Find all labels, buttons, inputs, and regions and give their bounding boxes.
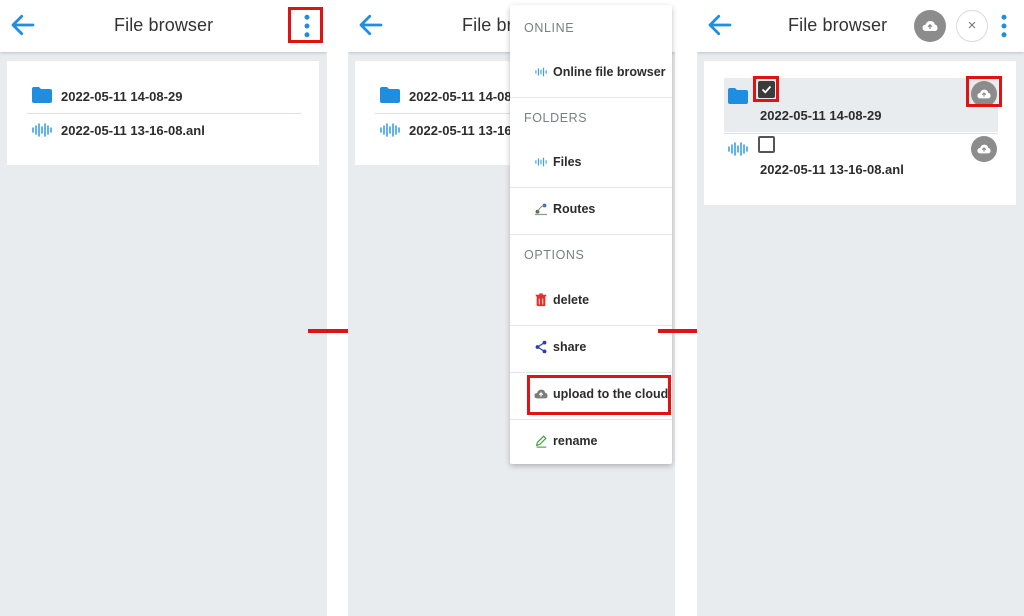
divider (510, 419, 672, 420)
highlight-box (288, 7, 323, 43)
page-title: File browser (114, 15, 214, 35)
menu-section-folders: FOLDERS (524, 111, 588, 125)
file-list: 2022-05-11 14-08-29 2022-05-11 13-16-08.… (704, 61, 1016, 205)
audio-wave-icon (535, 67, 547, 77)
more-options-icon[interactable] (989, 11, 1019, 41)
back-arrow-icon[interactable] (705, 10, 735, 40)
list-item-selected[interactable]: 2022-05-11 14-08-29 (724, 76, 1002, 132)
overflow-menu: ONLINE Online file browser FOLDERS Files… (510, 5, 672, 464)
divider (510, 97, 672, 98)
select-checkbox[interactable] (758, 136, 775, 153)
list-item[interactable]: 2022-05-11 14-08-29 (7, 79, 319, 113)
file-name: 2022-05-11 13-16-08.anl (760, 162, 904, 177)
cloud-upload-icon (977, 144, 991, 154)
divider (510, 372, 672, 373)
back-arrow-icon[interactable] (356, 10, 386, 40)
back-arrow-icon[interactable] (8, 10, 38, 40)
audio-wave-icon (32, 123, 52, 137)
menu-item-label: rename (553, 434, 598, 448)
app-bar: File browser (0, 0, 327, 52)
menu-section-options: OPTIONS (524, 248, 585, 262)
menu-item-routes[interactable]: Routes (510, 192, 672, 228)
trash-icon (535, 293, 547, 307)
app-bar: File browser × (697, 0, 1024, 52)
menu-item-online-file-browser[interactable]: Online file browser (510, 55, 672, 91)
routes-icon (534, 203, 548, 216)
upload-cloud-button[interactable] (971, 136, 997, 162)
highlight-box (527, 375, 671, 415)
screen-step-3: File browser × 2022-05-11 14-08-29 2022-… (697, 0, 1024, 616)
menu-item-label: Routes (553, 202, 596, 216)
close-button[interactable]: × (956, 10, 988, 42)
menu-item-label: Files (553, 155, 582, 169)
list-item[interactable]: 2022-05-11 13-16-08.anl (7, 113, 319, 147)
audio-wave-icon (728, 142, 748, 156)
divider (510, 234, 672, 235)
folder-icon (728, 88, 748, 104)
menu-item-share[interactable]: share (510, 330, 672, 366)
highlight-box (966, 76, 1002, 107)
upload-cloud-button[interactable] (914, 10, 946, 42)
close-icon: × (967, 17, 977, 34)
list-item[interactable]: 2022-05-11 13-16-08.anl (724, 134, 998, 188)
menu-item-label: share (553, 340, 587, 354)
highlight-box (753, 76, 779, 102)
pencil-icon (535, 435, 547, 448)
screen-step-1: File browser 2022-05-11 14-08-29 2022-05… (0, 0, 327, 616)
page-title: File browser (788, 15, 888, 35)
audio-wave-icon (380, 123, 400, 137)
menu-section-online: ONLINE (524, 21, 575, 35)
share-icon (535, 340, 547, 354)
menu-item-rename[interactable]: rename (510, 424, 672, 460)
file-list: 2022-05-11 14-08-29 2022-05-11 13-16-08.… (7, 61, 319, 165)
menu-item-label: Online file browser (553, 65, 666, 79)
folder-icon (32, 87, 52, 103)
file-name: 2022-05-11 13-16-08.anl (61, 123, 205, 138)
audio-wave-icon (535, 157, 547, 167)
divider (510, 325, 672, 326)
cloud-upload-icon (922, 21, 938, 31)
menu-item-delete[interactable]: delete (510, 283, 672, 319)
menu-item-files[interactable]: Files (510, 145, 672, 181)
folder-icon (380, 87, 400, 103)
file-name: 2022-05-11 14-08-29 (61, 89, 183, 104)
menu-item-label: delete (553, 293, 590, 307)
file-name: 2022-05-11 14-08-29 (760, 108, 882, 123)
divider (510, 187, 672, 188)
